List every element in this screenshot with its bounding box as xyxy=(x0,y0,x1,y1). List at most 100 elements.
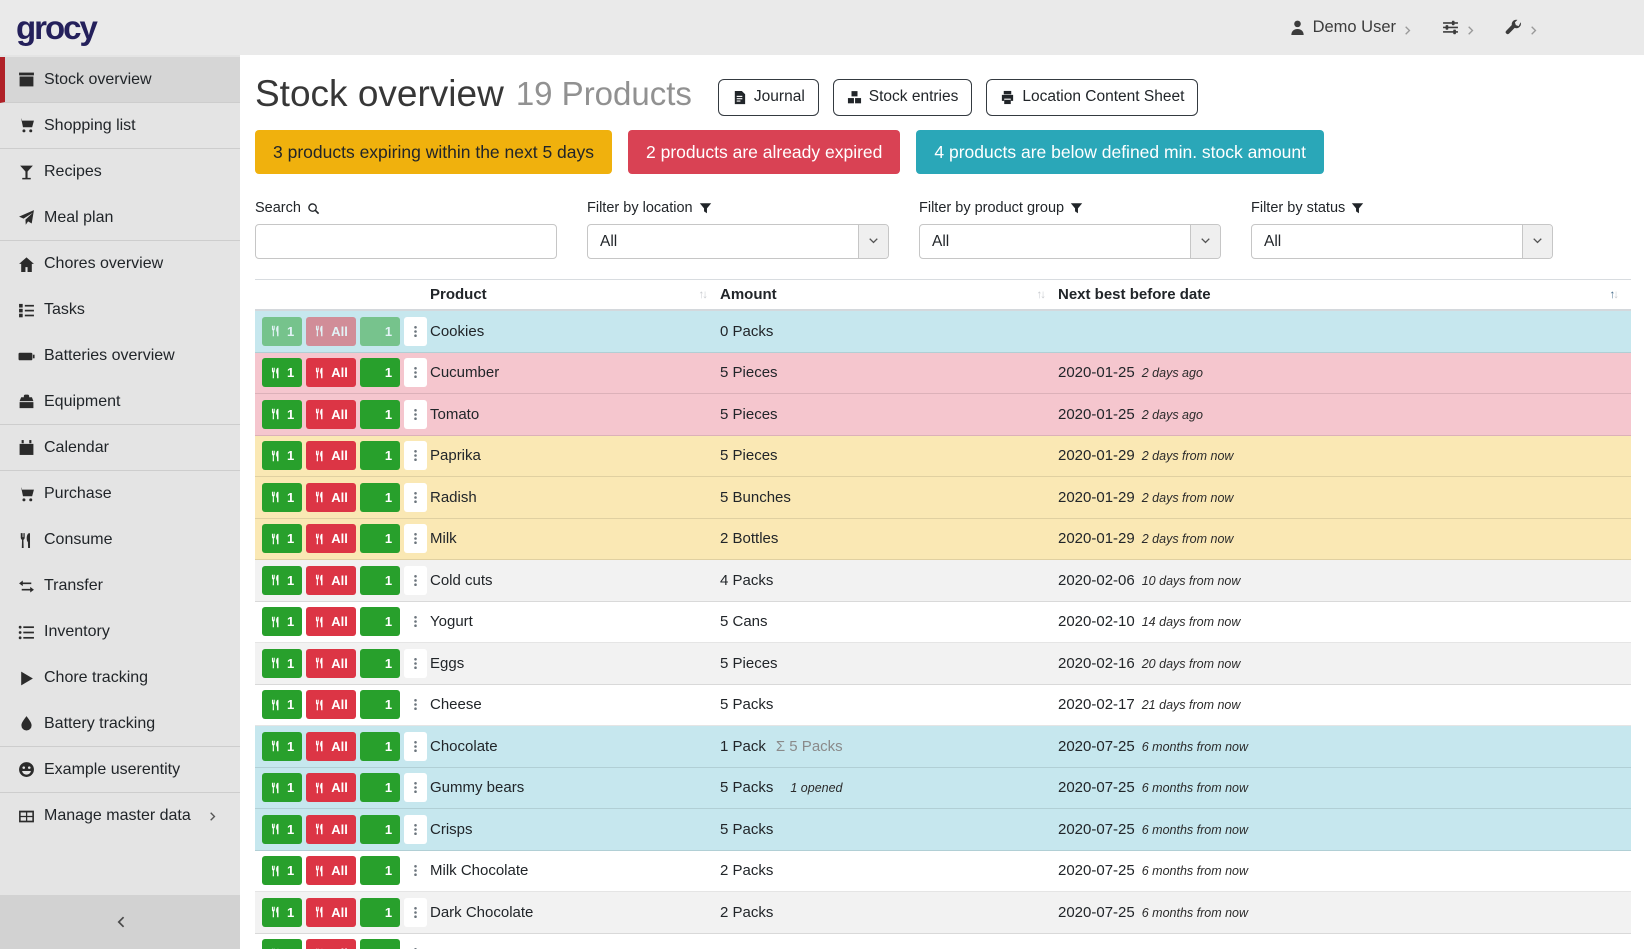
open-one-button[interactable]: 1 xyxy=(360,524,400,553)
sidebar-item-calendar[interactable]: Calendar xyxy=(0,425,240,471)
consume-all-button[interactable]: All xyxy=(306,690,356,719)
row-menu-button[interactable] xyxy=(404,856,427,885)
row-menu-button[interactable] xyxy=(404,483,427,512)
open-one-button[interactable]: 1 xyxy=(360,483,400,512)
open-one-button[interactable]: 1 xyxy=(360,815,400,844)
sidebar-collapse-button[interactable] xyxy=(0,895,240,949)
consume-one-button[interactable]: 1 xyxy=(262,483,302,512)
consume-all-button[interactable]: All xyxy=(306,815,356,844)
sidebar-item-recipes[interactable]: Recipes xyxy=(0,149,240,195)
consume-one-button[interactable]: 1 xyxy=(262,317,302,346)
consume-one-button[interactable]: 1 xyxy=(262,358,302,387)
journal-button[interactable]: Journal xyxy=(718,79,819,116)
row-menu-button[interactable] xyxy=(404,524,427,553)
consume-all-button[interactable]: All xyxy=(306,441,356,470)
sidebar-item-tasks[interactable]: Tasks xyxy=(0,287,240,333)
consume-all-button[interactable]: All xyxy=(306,898,356,927)
settings-menu[interactable] xyxy=(1442,19,1477,36)
sidebar-item-chores-overview[interactable]: Chores overview xyxy=(0,241,240,287)
consume-all-button[interactable]: All xyxy=(306,358,356,387)
open-one-button[interactable]: 1 xyxy=(360,566,400,595)
open-one-button[interactable]: 1 xyxy=(360,441,400,470)
consume-all-button[interactable]: All xyxy=(306,400,356,429)
sidebar-item-batteries-overview[interactable]: Batteries overview xyxy=(0,333,240,379)
consume-all-button[interactable]: All xyxy=(306,607,356,636)
row-menu-button[interactable] xyxy=(404,566,427,595)
consume-one-button[interactable]: 1 xyxy=(262,939,302,949)
ellipsis-v-icon xyxy=(409,491,422,504)
consume-one-button[interactable]: 1 xyxy=(262,441,302,470)
row-menu-button[interactable] xyxy=(404,898,427,927)
open-one-button[interactable]: 1 xyxy=(360,939,400,949)
consume-all-button[interactable]: All xyxy=(306,483,356,512)
consume-one-button[interactable]: 1 xyxy=(262,815,302,844)
below-min-stock-banner[interactable]: 4 products are below defined min. stock … xyxy=(916,130,1324,174)
product-column-header[interactable]: Product ↑↓ xyxy=(430,280,720,309)
open-one-button[interactable]: 1 xyxy=(360,690,400,719)
open-one-button[interactable]: 1 xyxy=(360,649,400,678)
open-one-button[interactable]: 1 xyxy=(360,607,400,636)
row-menu-button[interactable] xyxy=(404,400,427,429)
consume-one-button[interactable]: 1 xyxy=(262,898,302,927)
row-menu-button[interactable] xyxy=(404,358,427,387)
consume-all-button[interactable]: All xyxy=(306,856,356,885)
consume-all-button[interactable]: All xyxy=(306,649,356,678)
consume-one-button[interactable]: 1 xyxy=(262,400,302,429)
row-menu-button[interactable] xyxy=(404,317,427,346)
stock-entries-button[interactable]: Stock entries xyxy=(833,79,973,116)
sidebar-item-inventory[interactable]: Inventory xyxy=(0,609,240,655)
status-select[interactable]: All xyxy=(1251,224,1553,259)
sidebar-item-meal-plan[interactable]: Meal plan xyxy=(0,195,240,241)
row-menu-button[interactable] xyxy=(404,607,427,636)
open-one-button[interactable]: 1 xyxy=(360,358,400,387)
consume-all-button[interactable]: All xyxy=(306,566,356,595)
sidebar-item-consume[interactable]: Consume xyxy=(0,517,240,563)
app-logo[interactable]: grocy xyxy=(16,9,96,47)
consume-one-button[interactable]: 1 xyxy=(262,732,302,761)
consume-one-button[interactable]: 1 xyxy=(262,773,302,802)
consume-all-button[interactable]: All xyxy=(306,317,356,346)
admin-menu[interactable] xyxy=(1505,19,1540,36)
consume-all-button[interactable]: All xyxy=(306,732,356,761)
row-menu-button[interactable] xyxy=(404,690,427,719)
best-before-column-header[interactable]: Next best before date ↑↓ xyxy=(1058,280,1631,309)
open-one-button[interactable]: 1 xyxy=(360,732,400,761)
sidebar-item-shopping-list[interactable]: Shopping list xyxy=(0,103,240,149)
user-menu[interactable]: Demo User xyxy=(1289,18,1414,37)
sidebar-item-manage-master-data[interactable]: Manage master data xyxy=(0,793,240,839)
row-menu-button[interactable] xyxy=(404,649,427,678)
open-one-button[interactable]: 1 xyxy=(360,317,400,346)
row-menu-button[interactable] xyxy=(404,732,427,761)
open-one-button[interactable]: 1 xyxy=(360,856,400,885)
consume-one-button[interactable]: 1 xyxy=(262,607,302,636)
expiring-banner[interactable]: 3 products expiring within the next 5 da… xyxy=(255,130,612,174)
sidebar-item-example-userentity[interactable]: Example userentity xyxy=(0,747,240,793)
row-menu-button[interactable] xyxy=(404,441,427,470)
consume-one-button[interactable]: 1 xyxy=(262,690,302,719)
consume-one-button[interactable]: 1 xyxy=(262,566,302,595)
sidebar-item-equipment[interactable]: Equipment xyxy=(0,379,240,425)
location-content-sheet-button[interactable]: Location Content Sheet xyxy=(986,79,1198,116)
open-one-button[interactable]: 1 xyxy=(360,898,400,927)
sidebar-item-purchase[interactable]: Purchase xyxy=(0,471,240,517)
sidebar-item-stock-overview[interactable]: Stock overview xyxy=(0,57,240,103)
consume-one-button[interactable]: 1 xyxy=(262,524,302,553)
consume-all-button[interactable]: All xyxy=(306,524,356,553)
open-one-button[interactable]: 1 xyxy=(360,773,400,802)
row-menu-button[interactable] xyxy=(404,773,427,802)
search-input[interactable] xyxy=(255,224,557,259)
product-group-select[interactable]: All xyxy=(919,224,1221,259)
sidebar-item-chore-tracking[interactable]: Chore tracking xyxy=(0,655,240,701)
open-one-button[interactable]: 1 xyxy=(360,400,400,429)
row-menu-button[interactable] xyxy=(404,815,427,844)
sidebar-item-transfer[interactable]: Transfer xyxy=(0,563,240,609)
consume-one-button[interactable]: 1 xyxy=(262,856,302,885)
location-select[interactable]: All xyxy=(587,224,889,259)
consume-all-button[interactable]: All xyxy=(306,773,356,802)
consume-one-button[interactable]: 1 xyxy=(262,649,302,678)
amount-column-header[interactable]: Amount ↑↓ xyxy=(720,280,1058,309)
expired-banner[interactable]: 2 products are already expired xyxy=(628,130,900,174)
consume-all-button[interactable]: All xyxy=(306,939,356,949)
sidebar-item-battery-tracking[interactable]: Battery tracking xyxy=(0,701,240,747)
row-menu-button[interactable] xyxy=(404,939,427,949)
